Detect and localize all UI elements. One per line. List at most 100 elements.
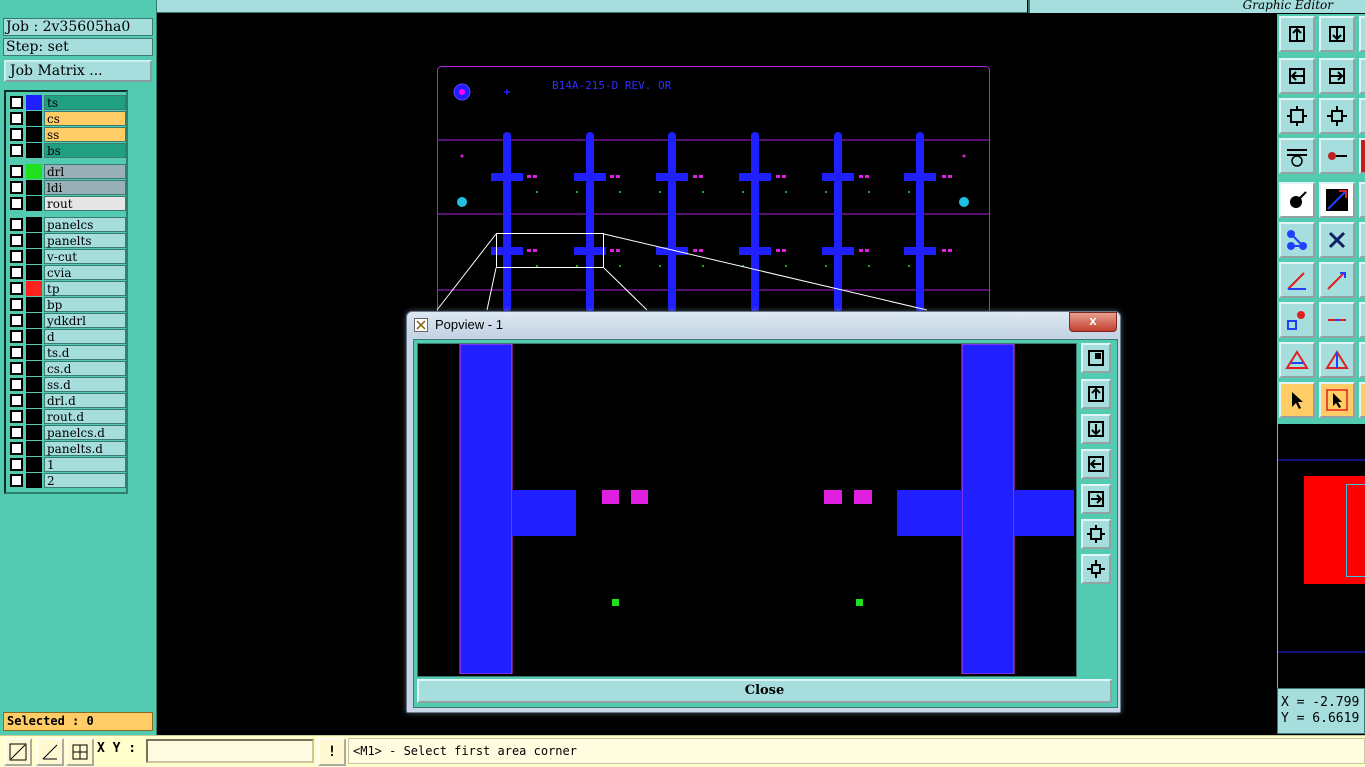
- zoom-center-icon[interactable]: [1081, 554, 1111, 584]
- layer-name[interactable]: cvia: [44, 265, 126, 280]
- delete-tool[interactable]: [1319, 222, 1355, 258]
- layer-color-swatch[interactable]: [26, 233, 42, 248]
- layer-color-swatch[interactable]: [26, 425, 42, 440]
- move-right-tool[interactable]: [1319, 58, 1355, 94]
- layer-row[interactable]: tp: [8, 281, 126, 296]
- vertex-tool[interactable]: [1319, 342, 1355, 378]
- layer-color-swatch[interactable]: [26, 265, 42, 280]
- layer-checkbox[interactable]: [10, 458, 23, 471]
- layer-checkbox[interactable]: [10, 346, 23, 359]
- measure-tool[interactable]: [1319, 138, 1355, 174]
- layer-row[interactable]: ss: [8, 127, 126, 142]
- layer-checkbox[interactable]: [10, 218, 23, 231]
- stretch-tool[interactable]: [1319, 262, 1355, 298]
- layer-name[interactable]: 2: [44, 473, 126, 488]
- layer-name[interactable]: tp: [44, 281, 126, 296]
- layer-name[interactable]: rout: [44, 196, 126, 211]
- layer-checkbox[interactable]: [10, 144, 23, 157]
- layer-name[interactable]: ss.d: [44, 377, 126, 392]
- pan-down-icon[interactable]: [1081, 414, 1111, 444]
- layer-name[interactable]: ts: [44, 95, 126, 110]
- layer-name[interactable]: d: [44, 329, 126, 344]
- layer-checkbox[interactable]: [10, 282, 23, 295]
- layer-checkbox[interactable]: [10, 181, 23, 194]
- layer-checkbox[interactable]: [10, 234, 23, 247]
- layer-checkbox[interactable]: [10, 442, 23, 455]
- zoom-fit-tool[interactable]: [1279, 98, 1315, 134]
- move-up-tool[interactable]: [1279, 16, 1315, 52]
- layer-row[interactable]: panelts: [8, 233, 126, 248]
- layer-checkbox[interactable]: [10, 378, 23, 391]
- layer-row[interactable]: ts.d: [8, 345, 126, 360]
- connect-tool[interactable]: [1279, 222, 1315, 258]
- grid-tool[interactable]: [66, 738, 94, 766]
- layer-name[interactable]: cs.d: [44, 361, 126, 376]
- overview-map[interactable]: [1277, 424, 1365, 688]
- layer-checkbox[interactable]: [10, 394, 23, 407]
- layer-checkbox[interactable]: [10, 112, 23, 125]
- layer-row[interactable]: rout: [8, 196, 126, 211]
- extra-tool[interactable]: [1359, 302, 1365, 338]
- layer-name[interactable]: v-cut: [44, 249, 126, 264]
- layer-name[interactable]: ydkdrl: [44, 313, 126, 328]
- layer-name[interactable]: panelcs.d: [44, 425, 126, 440]
- layer-color-swatch[interactable]: [26, 377, 42, 392]
- layer-row[interactable]: panelcs.d: [8, 425, 126, 440]
- close-button[interactable]: Close: [417, 679, 1112, 703]
- layer-color-swatch[interactable]: [26, 281, 42, 296]
- layer-row[interactable]: panelcs: [8, 217, 126, 232]
- settings-tool[interactable]: [1279, 138, 1315, 174]
- zoom-home-icon[interactable]: [1081, 343, 1111, 373]
- extra-tool[interactable]: [1359, 182, 1365, 218]
- popview-titlebar[interactable]: Popview - 1 x: [407, 312, 1120, 338]
- layer-color-swatch[interactable]: [26, 127, 42, 142]
- layer-color-swatch[interactable]: [26, 393, 42, 408]
- layer-checkbox[interactable]: [10, 197, 23, 210]
- layer-checkbox[interactable]: [10, 330, 23, 343]
- layer-name[interactable]: drl: [44, 164, 126, 179]
- layer-row[interactable]: bs: [8, 143, 126, 158]
- layer-row[interactable]: rout.d: [8, 409, 126, 424]
- layer-color-swatch[interactable]: [26, 95, 42, 110]
- add-pad-tool[interactable]: [1279, 182, 1315, 218]
- layer-row[interactable]: ts: [8, 95, 126, 110]
- pan-up-icon[interactable]: [1081, 379, 1111, 409]
- layer-color-swatch[interactable]: [26, 441, 42, 456]
- extra-tool[interactable]: [1359, 98, 1365, 134]
- close-icon[interactable]: x: [1069, 312, 1117, 332]
- extra-tool[interactable]: [1359, 382, 1365, 418]
- layer-color-swatch[interactable]: [26, 196, 42, 211]
- layer-color-swatch[interactable]: [26, 457, 42, 472]
- zoom-center-tool[interactable]: [1319, 98, 1355, 134]
- layer-color-swatch[interactable]: [26, 249, 42, 264]
- extra-tool[interactable]: [1359, 138, 1365, 174]
- layer-row[interactable]: drl: [8, 164, 126, 179]
- layer-checkbox[interactable]: [10, 298, 23, 311]
- layer-name[interactable]: panelts: [44, 233, 126, 248]
- layer-checkbox[interactable]: [10, 165, 23, 178]
- job-matrix-button[interactable]: Job Matrix ...: [4, 60, 152, 82]
- layer-color-swatch[interactable]: [26, 297, 42, 312]
- layer-row[interactable]: cs: [8, 111, 126, 126]
- extra-tool[interactable]: [1359, 262, 1365, 298]
- layer-color-swatch[interactable]: [26, 409, 42, 424]
- layer-checkbox[interactable]: [10, 410, 23, 423]
- select-tool[interactable]: [1279, 382, 1315, 418]
- add-line-tool[interactable]: [1319, 182, 1355, 218]
- layer-checkbox[interactable]: [10, 266, 23, 279]
- layer-name[interactable]: ss: [44, 127, 126, 142]
- pan-right-icon[interactable]: [1081, 484, 1111, 514]
- layer-row[interactable]: ldi: [8, 180, 126, 195]
- layer-row[interactable]: panelts.d: [8, 441, 126, 456]
- layer-row[interactable]: ydkdrl: [8, 313, 126, 328]
- layer-row[interactable]: ss.d: [8, 377, 126, 392]
- layer-name[interactable]: panelcs: [44, 217, 126, 232]
- layer-color-swatch[interactable]: [26, 313, 42, 328]
- pan-left-icon[interactable]: [1081, 449, 1111, 479]
- snap-tool[interactable]: [4, 738, 32, 766]
- move-down-tool[interactable]: [1319, 16, 1355, 52]
- transform-tool[interactable]: [1279, 302, 1315, 338]
- extra-tool[interactable]: [1359, 58, 1365, 94]
- layer-checkbox[interactable]: [10, 314, 23, 327]
- xy-input[interactable]: [146, 739, 314, 763]
